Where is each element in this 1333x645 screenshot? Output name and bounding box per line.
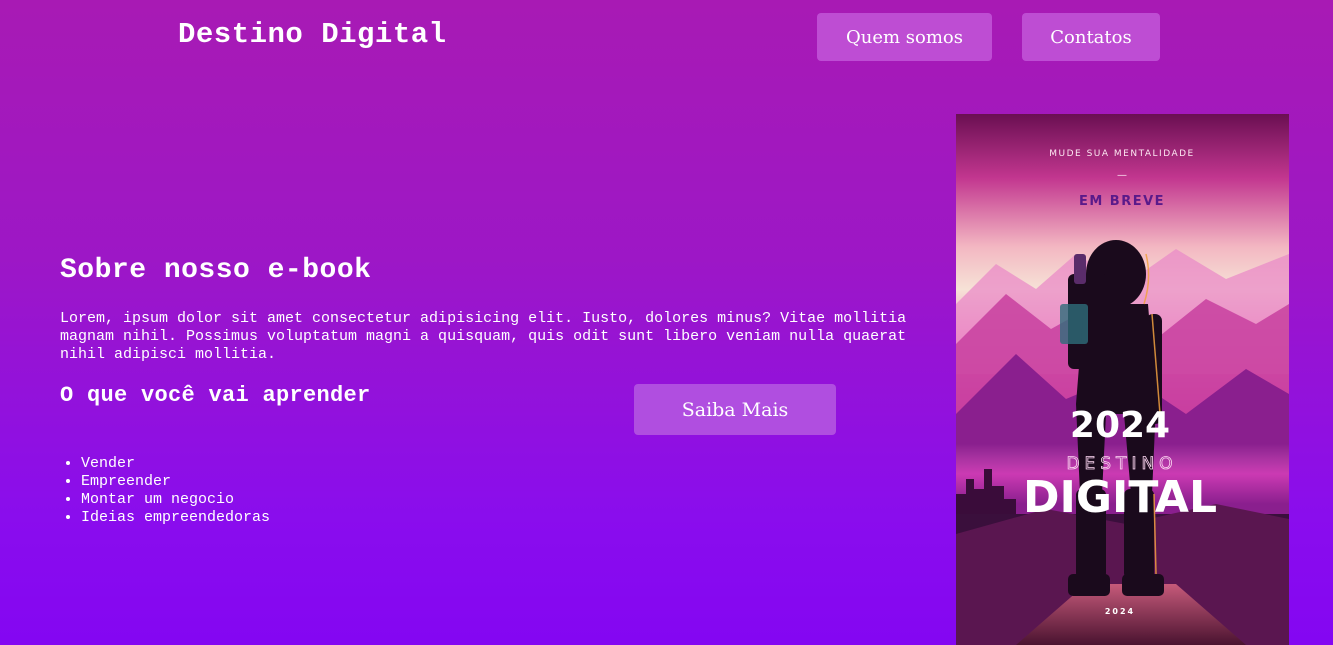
cover-footer-year: 2024 bbox=[1105, 607, 1135, 616]
cover-tagline: MUDE SUA MENTALIDADE bbox=[1049, 149, 1195, 159]
nav-contatos-button[interactable]: Contatos bbox=[1022, 13, 1160, 61]
about-title: Sobre nosso e-book bbox=[60, 255, 372, 286]
nav-quem-somos-button[interactable]: Quem somos bbox=[817, 13, 992, 61]
list-item: Montar um negocio bbox=[81, 491, 270, 509]
cover-digital: DIGITAL bbox=[1023, 472, 1217, 523]
list-item: Empreender bbox=[81, 473, 270, 491]
learn-list: Vender Empreender Montar um negocio Idei… bbox=[60, 455, 270, 527]
cover-em-breve: EM BREVE bbox=[1079, 194, 1165, 209]
list-item: Vender bbox=[81, 455, 270, 473]
about-text: Lorem, ipsum dolor sit amet consectetur … bbox=[60, 310, 907, 363]
ebook-cover-image: MUDE SUA MENTALIDADE — EM BREVE 2024 DES… bbox=[956, 114, 1289, 645]
cover-dash: — bbox=[1117, 170, 1127, 181]
brand-title: Destino Digital bbox=[178, 18, 447, 51]
list-item: Ideias empreendedoras bbox=[81, 509, 270, 527]
cover-year: 2024 bbox=[1070, 405, 1170, 446]
saiba-mais-button[interactable]: Saiba Mais bbox=[634, 384, 836, 435]
learn-title: O que você vai aprender bbox=[60, 383, 371, 408]
cover-destino: DESTINO bbox=[1066, 454, 1177, 474]
